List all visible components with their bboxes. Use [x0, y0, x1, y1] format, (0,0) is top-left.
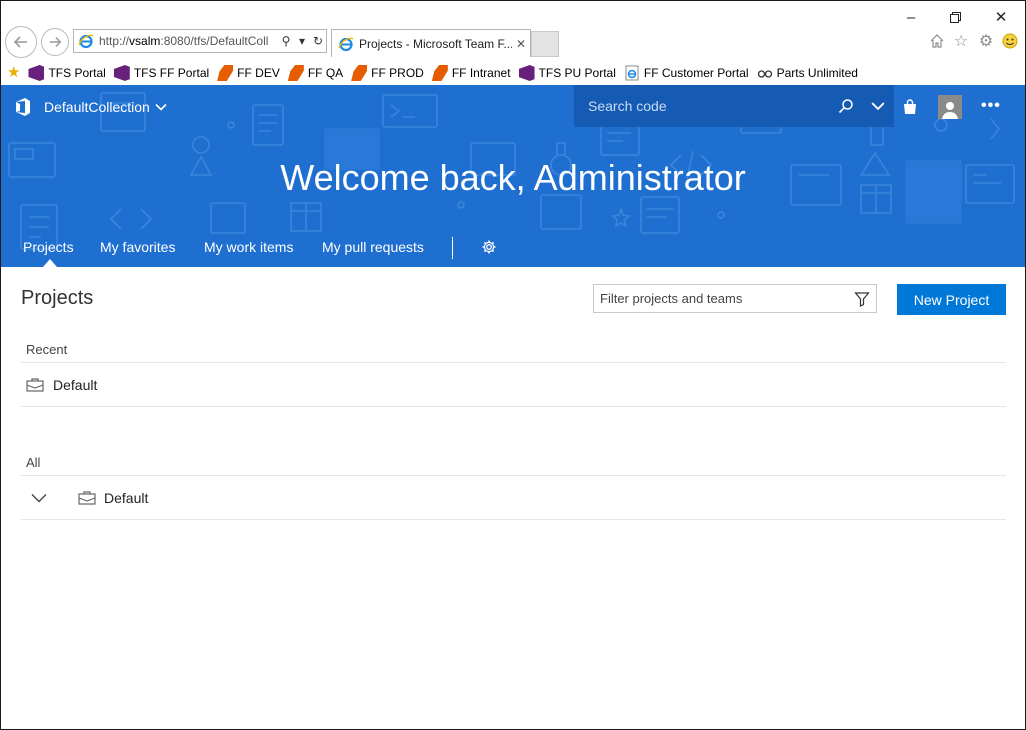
glasses-icon — [757, 65, 773, 81]
url-rest: :8080/tfs/DefaultColl — [160, 34, 269, 48]
refresh-icon[interactable]: ↻ — [310, 34, 326, 48]
divider — [21, 519, 1006, 520]
gear-icon[interactable] — [481, 239, 497, 255]
minimize-button[interactable]: – — [901, 7, 921, 27]
address-url[interactable]: http://vsalm:8080/tfs/DefaultColl — [99, 34, 278, 48]
visual-studio-icon — [28, 65, 45, 81]
fabrikam-icon — [217, 65, 234, 81]
search-icon[interactable] — [830, 98, 862, 114]
recent-project-name[interactable]: Default — [53, 377, 97, 393]
arrow-right-icon — [49, 37, 62, 47]
filter-projects-input[interactable]: Filter projects and teams — [593, 284, 877, 313]
new-project-button[interactable]: New Project — [897, 284, 1006, 315]
recent-project-row[interactable]: Default — [21, 363, 1006, 407]
add-favorites-star-icon[interactable]: ★ — [7, 65, 20, 81]
new-tab-button[interactable] — [531, 31, 559, 57]
favorite-link[interactable]: TFS PU Portal — [518, 65, 616, 81]
all-project-row[interactable]: Default — [21, 476, 1006, 520]
address-bar[interactable]: http://vsalm:8080/tfs/DefaultColl ⚲ ▾ ↻ — [73, 29, 327, 53]
user-silhouette-icon — [942, 102, 958, 119]
welcome-heading: Welcome back, Administrator — [280, 157, 746, 198]
favorite-link[interactable]: FF QA — [287, 65, 344, 81]
ie-page-icon — [338, 37, 354, 51]
favorite-label: FF QA — [307, 66, 344, 80]
fabrikam-icon — [351, 65, 368, 81]
favorite-link[interactable]: FF PROD — [351, 65, 424, 81]
url-host: vsalm — [129, 34, 161, 48]
more-options-icon[interactable]: ••• — [981, 97, 1001, 115]
tab-my-work-items[interactable]: My work items — [204, 239, 293, 255]
restore-button[interactable] — [945, 7, 965, 27]
arrow-left-icon — [13, 36, 27, 48]
all-section-label: All — [26, 455, 41, 470]
settings-gear-icon[interactable]: ⚙ — [976, 31, 996, 51]
user-avatar[interactable] — [938, 95, 962, 119]
tab-divider — [452, 237, 453, 259]
tab-my-pull-requests[interactable]: My pull requests — [322, 239, 424, 255]
favorite-label: Parts Unlimited — [776, 66, 858, 80]
ie-page-icon — [78, 34, 94, 49]
address-dropdown-icon[interactable]: ▾ — [294, 34, 310, 48]
search-input[interactable]: Search code — [588, 98, 830, 114]
favorite-label: TFS Portal — [48, 66, 106, 80]
top-bar: DefaultCollection Search code ••• — [1, 85, 1025, 129]
favorite-label: TFS PU Portal — [538, 66, 616, 80]
forward-button[interactable] — [41, 28, 69, 56]
chevron-down-icon[interactable] — [31, 493, 47, 503]
visual-studio-icon — [113, 65, 130, 81]
fabrikam-icon — [431, 65, 448, 81]
smiley-feedback-icon[interactable] — [1000, 31, 1020, 51]
filter-placeholder: Filter projects and teams — [600, 291, 743, 306]
home-icon[interactable] — [927, 31, 947, 51]
project-briefcase-icon — [78, 491, 96, 505]
vsts-logo-icon[interactable] — [13, 97, 33, 117]
favorites-bar: ★ TFS Portal TFS FF Portal FF DEV FF QA FF P… — [1, 61, 1025, 85]
chevron-down-icon — [155, 103, 167, 111]
favorite-label: FF Intranet — [451, 66, 511, 80]
browser-chrome: – ✕ http://vsalm:8080/tfs/DefaultColl ⚲ … — [1, 1, 1025, 85]
favorite-link[interactable]: TFS FF Portal — [113, 65, 210, 81]
search-dropdown-chevron-icon[interactable] — [862, 99, 894, 113]
back-button[interactable] — [5, 26, 37, 58]
favorite-label: FF PROD — [371, 66, 424, 80]
favorite-label: FF Customer Portal — [643, 66, 749, 80]
favorite-link[interactable]: Parts Unlimited — [757, 65, 858, 81]
search-box[interactable]: Search code — [574, 85, 894, 127]
marketplace-bag-icon[interactable] — [902, 99, 918, 115]
favorites-star-icon[interactable]: ☆ — [951, 31, 971, 51]
filter-funnel-icon[interactable] — [848, 291, 876, 307]
favorite-link[interactable]: FF DEV — [217, 65, 280, 81]
favorite-label: TFS FF Portal — [133, 66, 210, 80]
favorite-link[interactable]: FF Customer Portal — [624, 65, 749, 81]
project-briefcase-icon — [26, 378, 44, 392]
star-plus-icon: ★ — [7, 64, 21, 81]
favorite-link[interactable]: TFS Portal — [28, 65, 106, 81]
url-prefix: http:// — [99, 34, 130, 48]
fabrikam-icon — [287, 65, 304, 81]
divider — [21, 406, 1006, 407]
tab-projects[interactable]: Projects — [23, 239, 74, 255]
ie-page-icon — [624, 65, 640, 81]
recent-section-label: Recent — [26, 342, 68, 357]
tfs-header: DefaultCollection Search code ••• Welcom… — [1, 85, 1025, 267]
selected-tab-indicator — [43, 259, 57, 267]
page-title: Projects — [21, 287, 94, 309]
collection-name: DefaultCollection — [44, 99, 150, 115]
collection-selector[interactable]: DefaultCollection — [44, 99, 167, 115]
close-tab-icon[interactable]: ✕ — [512, 37, 530, 51]
favorite-link[interactable]: FF Intranet — [431, 65, 511, 81]
close-window-button[interactable]: ✕ — [991, 7, 1011, 27]
all-project-name[interactable]: Default — [104, 490, 148, 506]
visual-studio-icon — [518, 65, 535, 81]
tab-my-favorites[interactable]: My favorites — [100, 239, 175, 255]
browser-tab[interactable]: Projects - Microsoft Team F... ✕ — [331, 29, 531, 57]
tab-title: Projects - Microsoft Team F... — [359, 36, 512, 51]
favorite-label: FF DEV — [237, 66, 280, 80]
address-search-icon[interactable]: ⚲ — [278, 34, 294, 48]
